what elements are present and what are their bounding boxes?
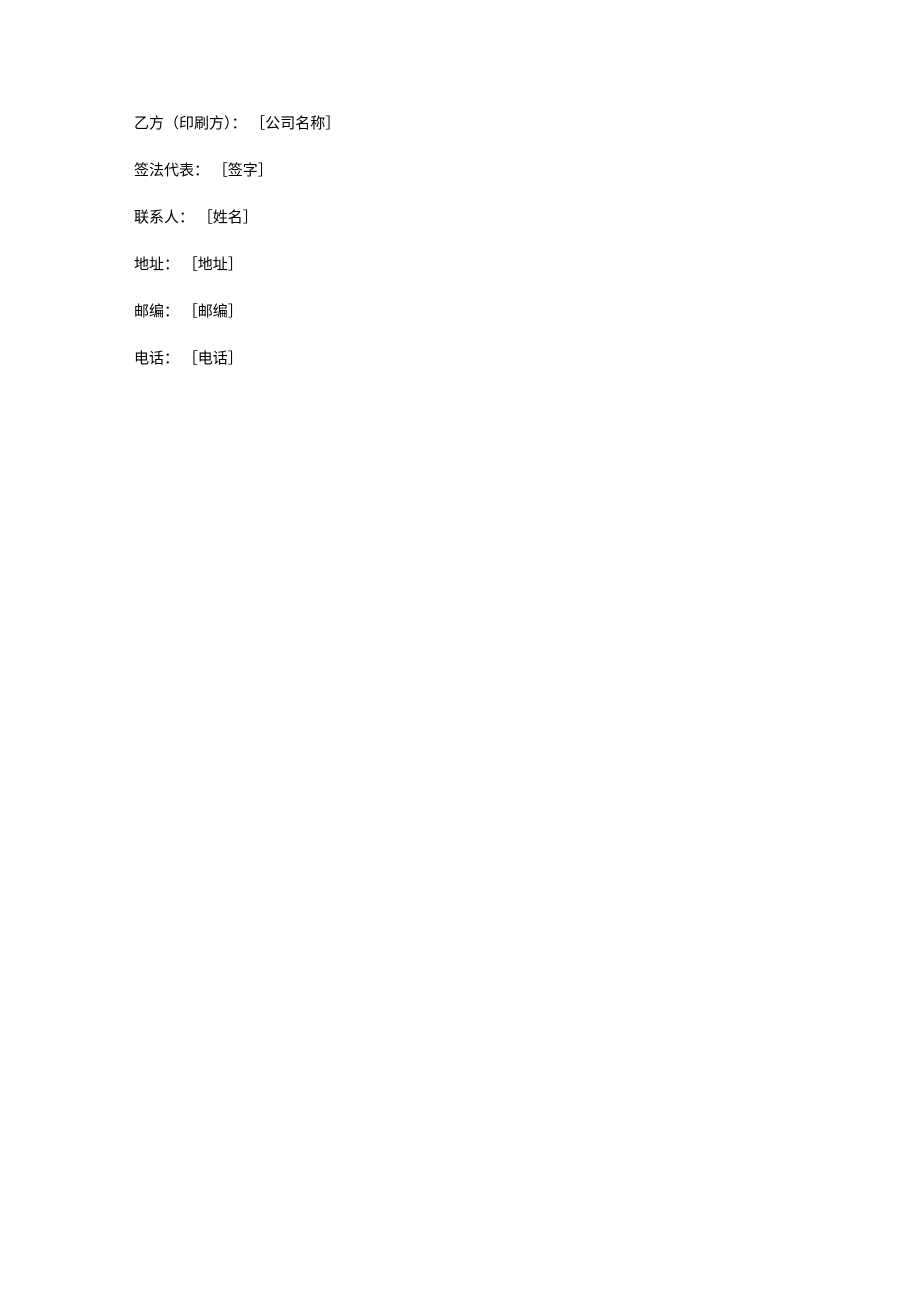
postal-code-value: ［邮编］ (183, 304, 243, 320)
phone-value: ［电话］ (183, 351, 243, 367)
party-b-label: 乙方（印刷方）： (134, 116, 247, 132)
representative-label: 签法代表： (134, 163, 209, 179)
representative-line: 签法代表： ［签字］ (134, 164, 920, 179)
address-line: 地址： ［地址］ (134, 258, 920, 273)
party-b-value: ［公司名称］ (250, 116, 340, 132)
phone-label: 电话： (134, 351, 179, 367)
contact-label: 联系人： (134, 210, 194, 226)
address-value: ［地址］ (183, 257, 243, 273)
party-b-line: 乙方（印刷方）： ［公司名称］ (134, 117, 920, 132)
postal-code-label: 邮编： (134, 304, 179, 320)
representative-value: ［签字］ (213, 163, 273, 179)
contact-value: ［姓名］ (198, 210, 258, 226)
postal-code-line: 邮编： ［邮编］ (134, 305, 920, 320)
address-label: 地址： (134, 257, 179, 273)
phone-line: 电话： ［电话］ (134, 352, 920, 367)
contact-line: 联系人： ［姓名］ (134, 211, 920, 226)
